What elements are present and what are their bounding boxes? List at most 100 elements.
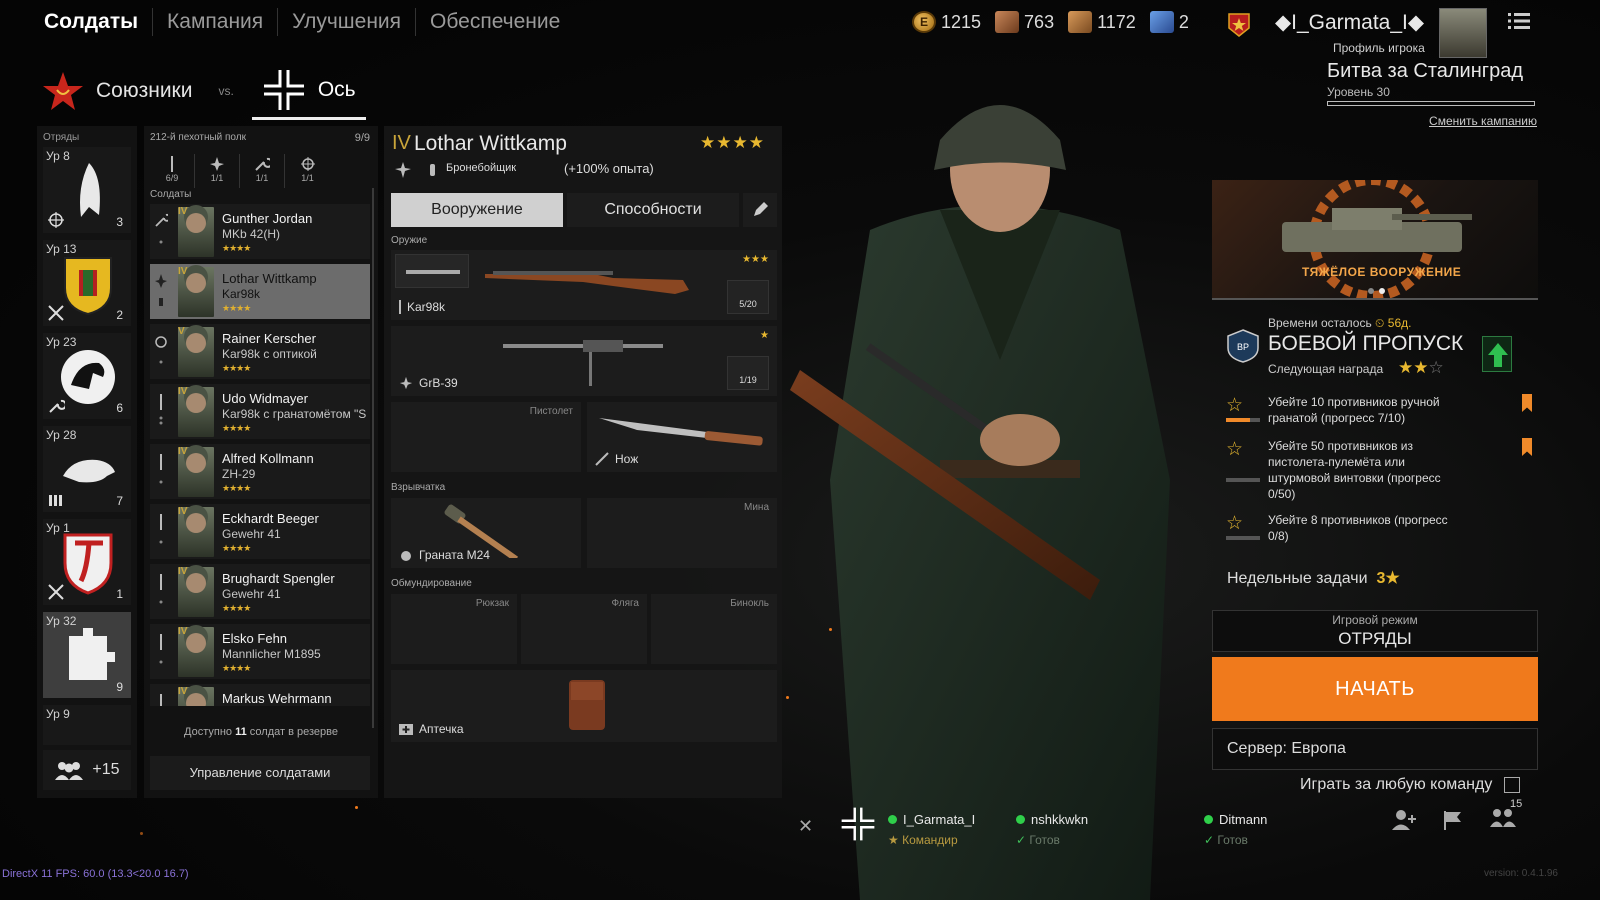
any-team-checkbox[interactable] [1504, 777, 1521, 793]
close-icon[interactable]: ✕ [798, 816, 813, 837]
soldier-row[interactable]: IV Alfred Kollmann ZH-29 ★★★★ [150, 444, 370, 499]
carousel-dots[interactable] [1367, 287, 1387, 295]
grenade-slot[interactable]: Граната М24 [391, 498, 581, 568]
regiment-name: 212-й пехотный полк [150, 132, 246, 143]
soldier-list-scrollbar[interactable] [372, 188, 374, 728]
ember-particle [355, 806, 358, 809]
squad-card[interactable]: Ур 9 [43, 705, 131, 745]
tab-upgrades[interactable]: Улучшения [278, 8, 417, 36]
edit-button[interactable] [743, 193, 777, 227]
any-team-toggle[interactable]: Играть за любую команду [1300, 776, 1521, 794]
tab-soldiers[interactable]: Солдаты [30, 8, 154, 36]
squadmate[interactable]: nshkkwkn ✓ Готов [1016, 812, 1088, 847]
tab-supply[interactable]: Обеспечение [416, 8, 574, 36]
melee-slot[interactable]: Нож [587, 402, 777, 472]
task-star-icon: ☆ [1226, 395, 1244, 416]
soldier-row[interactable]: V Rainer Kerscher Kar98k с оптикой ★★★★ [150, 324, 370, 379]
tab-perks[interactable]: Способности [567, 193, 739, 227]
crossed-rifles-icon [48, 305, 64, 321]
game-mode-select[interactable]: Игровой режим ОТРЯДЫ [1212, 610, 1538, 652]
squad-card[interactable]: Ур 23 6 [43, 333, 131, 419]
soldier-row[interactable]: IV Gunther Jordan MKb 42(H) ★★★★ [150, 204, 370, 259]
change-campaign-link[interactable]: Сменить кампанию [1327, 114, 1537, 128]
binoculars-slot[interactable]: Бинокль [651, 594, 777, 664]
version-label: version: 0.4.1.96 [1484, 868, 1558, 879]
manage-soldiers-button[interactable]: Управление солдатами [150, 756, 370, 790]
rifle-icon [399, 300, 401, 314]
soldier-row[interactable]: IV Eckhardt Beeger Gewehr 41 ★★★★ [150, 504, 370, 559]
squadmate[interactable]: I_Garmata_I ★ Командир [888, 812, 975, 847]
secondary-weapon-slot[interactable]: ★ GrB-39 1/19 [391, 326, 777, 396]
coin-icon: E [912, 11, 936, 33]
soldier-row[interactable]: IV Markus Wehrmann [150, 684, 370, 706]
ember-particle [140, 832, 143, 835]
avatar[interactable] [1439, 8, 1487, 58]
group-icon [55, 762, 84, 780]
ammo-icon [49, 495, 62, 506]
soldier-row-selected[interactable]: IV Lothar Wittkamp Kar98k ★★★★ [150, 264, 370, 319]
explosion-icon [399, 376, 413, 390]
currency-cards[interactable]: 2 [1149, 11, 1189, 33]
medkit-slot[interactable]: Аптечка [391, 670, 777, 742]
squad-card[interactable]: Ур 28 7 [43, 426, 131, 512]
pistol-slot[interactable]: Пистолет [391, 402, 581, 472]
crosshair-icon [155, 336, 167, 364]
tab-weapons[interactable]: Вооружение [391, 193, 563, 227]
tickets-icon [1068, 11, 1093, 33]
player-profile[interactable]: ◆I_Garmata_I◆ Профиль игрока [1228, 6, 1535, 60]
soldier-row[interactable]: IV Elsko Fehn Mannlicher M1895 ★★★★ [150, 624, 370, 679]
weekly-tasks[interactable]: Недельные задачи 3★ [1227, 568, 1400, 588]
red-star-icon [43, 72, 83, 110]
add-friend-icon[interactable] [1392, 809, 1416, 831]
task-star-icon: ☆ [1226, 513, 1244, 534]
next-reward-stars: ★★☆ [1398, 358, 1444, 377]
mine-slot[interactable]: Мина [587, 498, 777, 568]
online-indicator [1204, 815, 1213, 824]
more-squads-button[interactable]: +15 [43, 750, 131, 790]
soldier-row[interactable]: IV Brughardt Spengler Gewehr 41 ★★★★ [150, 564, 370, 619]
soldier-list: IV Gunther Jordan MKb 42(H) ★★★★ IV Loth… [150, 204, 370, 711]
squad-card-selected[interactable]: Ур 32 9 [43, 612, 131, 698]
soldier-class: Бронебойщик [446, 162, 517, 174]
squad-card[interactable]: Ур 13 2 [43, 240, 131, 326]
start-button[interactable]: НАЧАТЬ [1212, 657, 1538, 721]
tab-campaign[interactable]: Кампания [153, 8, 279, 36]
slot-engineer: 1/1 [240, 154, 285, 188]
backpack-slot[interactable]: Рюкзак [391, 594, 517, 664]
eagle-emblem-icon [80, 163, 100, 217]
ammo-counter: 1/19 [727, 356, 769, 390]
currency-orders[interactable]: 763 [995, 11, 1054, 33]
squad-card[interactable]: Ур 8 3 [43, 147, 131, 233]
campaign-info: Битва за Сталинград Уровень 30 Сменить к… [1327, 60, 1537, 128]
friends-button[interactable]: 15 [1490, 798, 1522, 833]
upgrade-battlepass-button[interactable] [1482, 336, 1512, 372]
currency-tickets[interactable]: 1172 [1068, 11, 1136, 33]
class-slots: 6/9 1/1 1/1 1/1 [150, 154, 372, 188]
faction-allies[interactable]: Союзники [42, 70, 192, 112]
medkit-pouch-image [569, 680, 605, 730]
weapon-mod-slot[interactable] [395, 254, 469, 288]
crossed-rifles-icon [48, 584, 64, 600]
menu-icon[interactable] [1508, 12, 1530, 30]
rifle-icon [159, 454, 163, 484]
crosshair-icon [48, 212, 64, 228]
experience-bonus: (+100% опыта) [564, 161, 654, 176]
fps-counter: DirectX 11 FPS: 60.0 (13.3<20.0 16.7) [2, 868, 189, 880]
soldier-row[interactable]: IV Udo Widmayer Kar98k с гранатомётом "S… [150, 384, 370, 439]
battlepass-banner[interactable]: ТЯЖЁЛОЕ ВООРУЖЕНИЕ [1212, 180, 1538, 300]
orders-icon [995, 11, 1020, 33]
squadmate[interactable]: Ditmann ✓ Готов [1204, 812, 1267, 847]
server-select[interactable]: Сервер: Европа [1212, 728, 1538, 770]
battlepass-title[interactable]: БОЕВОЙ ПРОПУСК [1268, 332, 1463, 356]
grb39-image [503, 340, 663, 386]
knife-icon [595, 452, 609, 466]
currency-coins[interactable]: E 1215 [912, 11, 981, 33]
shield-emblem-icon [64, 257, 112, 316]
flag-icon[interactable] [1442, 809, 1464, 831]
squad-card[interactable]: Ур 1 1 [43, 519, 131, 605]
currency-bar: E 1215 763 1172 2 [912, 8, 1189, 36]
wrench-icon [49, 399, 65, 413]
flask-slot[interactable]: Фляга [521, 594, 647, 664]
primary-weapon-slot[interactable]: ★★★ Kar98k 5/20 [391, 250, 777, 320]
faction-axis[interactable]: Ось [251, 62, 366, 120]
